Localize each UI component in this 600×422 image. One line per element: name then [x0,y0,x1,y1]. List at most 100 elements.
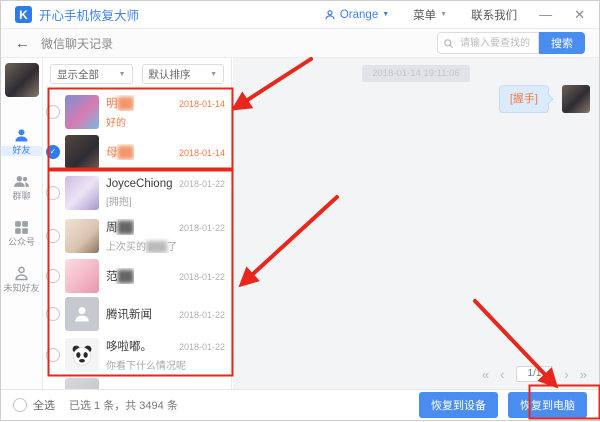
avatar [65,338,99,372]
contact-name: 母██ [106,144,134,160]
next-page-icon[interactable]: › [564,368,568,381]
contact-name: JoyceChiong [106,178,172,190]
menu-button[interactable]: 菜单 ▼ [413,7,447,23]
message-date: 2018-01-22 [179,179,225,189]
search-input[interactable] [458,37,533,50]
minimize-button[interactable]: — [539,7,552,22]
chat-avatar [562,85,590,113]
message-date: 2018-01-22 [179,272,225,282]
contact-us-link[interactable]: 联系我们 [471,7,517,23]
message-date: 2018-01-14 [179,148,225,158]
sidebar-item-label: 未知好友 [1,284,42,294]
conversation-row[interactable]: JoyceChiong 2018-01-22 [拥抱] [43,171,231,214]
row-checkbox[interactable] [46,105,60,119]
unknown-friend-icon [13,265,30,282]
app-logo-icon: K [15,6,32,23]
sidebar: 好友 群聊 公众号 未知好友 [1,58,43,389]
sidebar-item-label: 公众号 [1,238,42,248]
grid-icon [13,219,30,236]
title-bar: K 开心手机恢复大师 Orange ▼ 菜单 ▼ 联系我们 — ✕ [1,1,599,29]
row-message: [拥抱] [106,193,225,208]
search-button[interactable]: 搜索 [539,32,585,54]
conversation-list-panel: 显示全部 ▼ 默认排序 ▼ 明██ 2018-01-14 好的 ✓ [43,58,232,389]
row-checkbox[interactable] [46,348,60,362]
redacted-message: ███ [146,242,167,253]
conversation-row[interactable]: 明██ 2018-01-14 好的 [43,90,231,133]
row-message: 上次买的███了 [106,238,225,253]
recover-to-device-button[interactable]: 恢复到设备 [419,392,498,418]
row-checkbox[interactable] [46,229,60,243]
conversation-row[interactable]: 周██ 2018-01-22 上次买的███了 [43,214,231,257]
friend-icon [13,127,30,144]
avatar [65,176,99,210]
sidebar-item-groups[interactable]: 群聊 [1,173,42,202]
conversation-row[interactable]: 腾讯新闻 2018-01-22 [43,295,231,333]
chevron-down-icon: ▼ [440,11,447,18]
chat-bubble: [握手] [499,85,549,113]
message-date: 2018-01-14 [179,99,225,109]
conversation-row[interactable] [43,376,231,389]
search-field [437,32,539,54]
user-icon [324,9,336,21]
row-checkbox[interactable] [46,186,60,200]
profile-avatar [5,63,39,97]
sidebar-item-unknown-friends[interactable]: 未知好友 [1,265,42,294]
user-account-menu[interactable]: Orange ▼ [324,9,389,21]
message-date: 2018-01-22 [179,342,225,352]
sidebar-item-label: 好友 [1,146,42,156]
avatar [65,259,99,293]
sidebar-item-official-accounts[interactable]: 公众号 [1,219,42,248]
conversation-row[interactable]: ✓ 母██ 2018-01-14 [43,133,231,171]
avatar [65,297,99,331]
avatar [65,378,99,389]
avatar [65,95,99,129]
pagination: « ‹ 1/1 › » [482,366,587,382]
search-icon [443,38,454,49]
chat-panel: 2018-01-14 19:11:06 [握手] « ‹ 1/1 › » [233,58,599,389]
contact-name: 明██ [106,95,134,111]
conversation-row[interactable]: 范██ 2018-01-22 [43,257,231,295]
panda-icon [69,342,95,368]
recover-to-pc-button[interactable]: 恢复到电脑 [508,392,587,418]
chat-message: [握手] [499,85,590,113]
app-window: K 开心手机恢复大师 Orange ▼ 菜单 ▼ 联系我们 — ✕ ← 微信聊天… [0,0,600,421]
page-title: 微信聊天记录 [41,35,113,52]
row-checkbox[interactable] [46,307,60,321]
select-all-label: 全选 [33,397,55,413]
prev-page-icon[interactable]: ‹ [500,368,504,381]
person-placeholder-icon [72,304,92,324]
row-checkbox[interactable] [46,269,60,283]
sort-dropdown[interactable]: 默认排序 ▼ [142,64,225,84]
search-bar: 搜索 [437,32,585,54]
message-date: 2018-01-22 [179,310,225,320]
avatar [65,135,99,169]
footer-bar: 全选 已选 1 条，共 3494 条 恢复到设备 恢复到电脑 [1,389,599,420]
contact-name: 哆啦嘟。 [106,338,152,354]
message-date: 2018-01-22 [179,223,225,233]
page-indicator: 1/1 [516,366,554,382]
row-checkbox[interactable]: ✓ [46,145,60,159]
contact-name: 范██ [106,268,134,284]
app-title: 开心手机恢复大师 [39,5,139,24]
row-message: 好的 [106,114,225,129]
sidebar-item-friends[interactable]: 好友 [1,127,42,156]
redacted-name: ██ [118,222,134,234]
back-arrow-icon[interactable]: ← [15,36,30,51]
redacted-name: ██ [118,147,134,159]
contact-name: 腾讯新闻 [106,306,152,322]
select-all-checkbox[interactable] [13,398,27,412]
redacted-name: ██ [118,98,134,110]
chevron-down-icon: ▼ [119,71,126,78]
first-page-icon[interactable]: « [482,368,489,381]
last-page-icon[interactable]: » [580,368,587,381]
toolbar: ← 微信聊天记录 搜索 [1,29,599,58]
row-message: 你看下什么情况呢 [106,357,225,372]
conversation-row[interactable]: 哆啦嘟。 2018-01-22 你看下什么情况呢 [43,333,231,376]
sidebar-item-label: 群聊 [1,192,42,202]
close-button[interactable]: ✕ [574,7,585,23]
chevron-down-icon: ▼ [210,71,217,78]
contact-list: 明██ 2018-01-14 好的 ✓ 母██ 2018-01-14 [43,90,231,389]
group-icon [13,173,30,190]
chevron-down-icon: ▼ [382,11,389,18]
filter-dropdown[interactable]: 显示全部 ▼ [50,64,133,84]
